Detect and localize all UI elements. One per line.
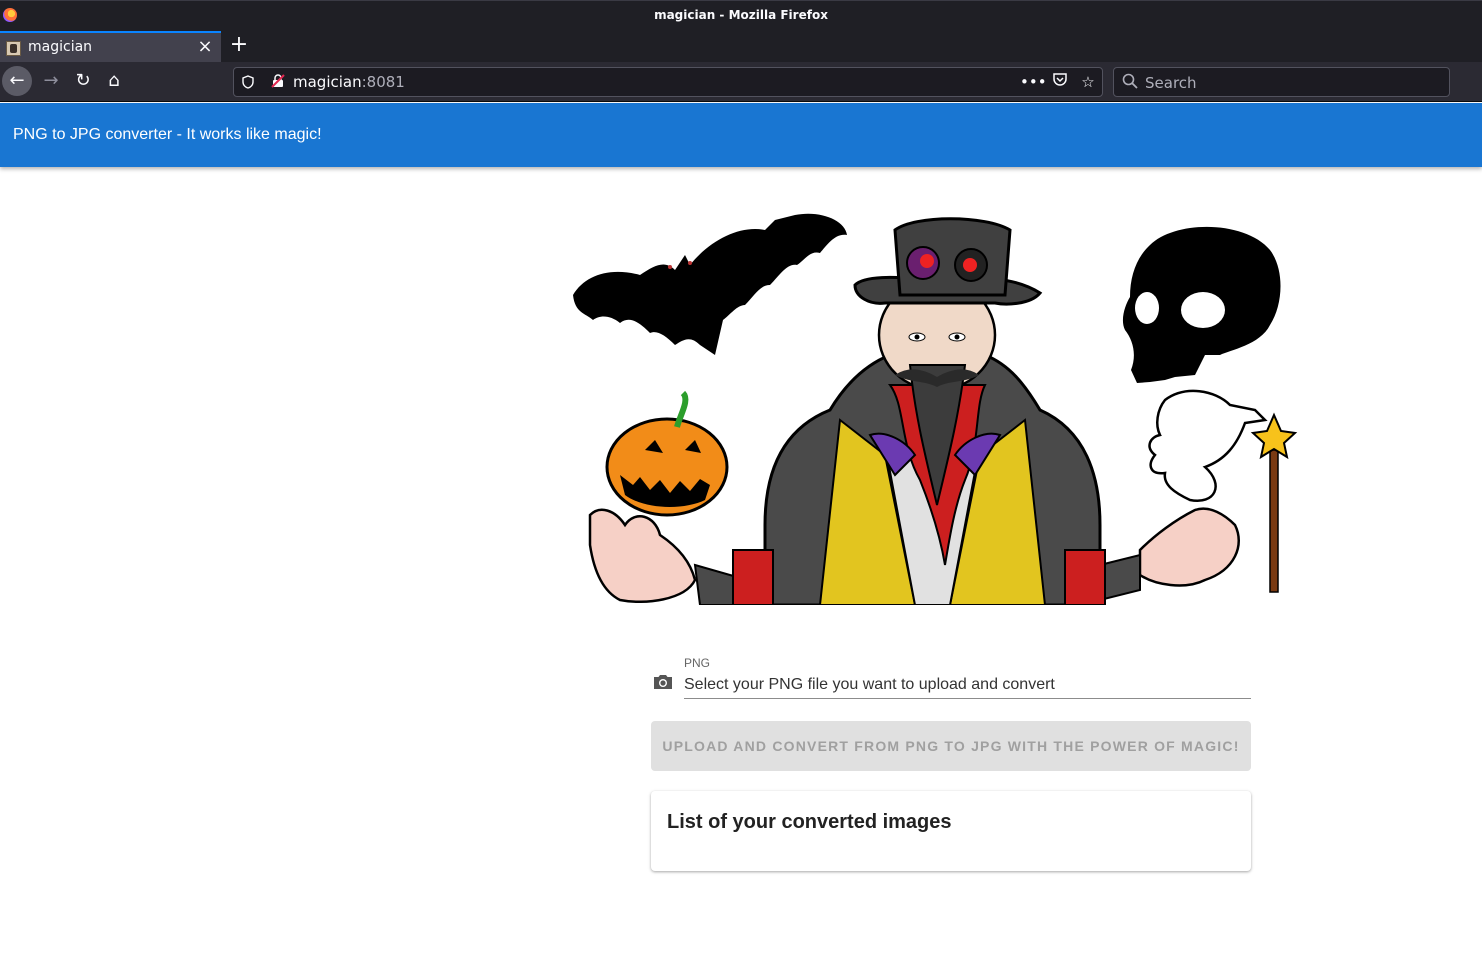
magician-illustration xyxy=(565,205,1300,607)
back-button[interactable]: ← xyxy=(2,66,32,96)
app-bar: PNG to JPG converter - It works like mag… xyxy=(0,103,1482,167)
magician-favicon-icon xyxy=(6,41,21,56)
window-title: magician - Mozilla Firefox xyxy=(654,8,828,22)
tab-strip: magician × xyxy=(0,30,1482,62)
camera-icon[interactable] xyxy=(651,670,675,694)
close-tab-icon[interactable]: × xyxy=(196,36,214,58)
home-button[interactable]: ⌂ xyxy=(99,66,129,96)
reload-button[interactable]: ↻ xyxy=(68,66,98,96)
pumpkin-illustration xyxy=(605,390,729,517)
url-host: magician xyxy=(293,73,362,91)
window-title-bar: magician - Mozilla Firefox xyxy=(0,0,1482,30)
url-port: :8081 xyxy=(361,73,405,91)
shield-icon[interactable] xyxy=(242,75,254,89)
tab-label: magician xyxy=(28,39,93,55)
upload-convert-button[interactable]: Upload and convert from PNG to JPG with … xyxy=(651,721,1251,771)
url-bar[interactable]: magician:8081 ••• ☆ xyxy=(233,67,1103,97)
bat-illustration xyxy=(573,213,847,355)
insecure-lock-icon[interactable] xyxy=(271,74,285,88)
search-bar[interactable]: Search xyxy=(1113,67,1450,97)
forward-button[interactable]: → xyxy=(36,66,66,96)
new-tab-button[interactable]: + xyxy=(228,33,250,59)
converted-images-card: List of your converted images xyxy=(651,791,1251,871)
url-text[interactable]: magician:8081 xyxy=(293,73,405,91)
tab-magician[interactable]: magician × xyxy=(0,31,221,62)
navigation-bar: ← → ↻ ⌂ magician:8081 ••• ☆ Search xyxy=(0,62,1482,102)
pocket-icon[interactable] xyxy=(1049,72,1071,92)
magic-wand-illustration xyxy=(1250,412,1298,593)
search-placeholder: Search xyxy=(1145,74,1197,92)
png-file-field[interactable]: PNG Select your PNG file you want to upl… xyxy=(651,654,1251,700)
skull-illustration xyxy=(1122,226,1281,383)
png-file-input[interactable]: Select your PNG file you want to upload … xyxy=(684,674,1251,699)
png-field-label: PNG xyxy=(684,656,711,670)
dove-illustration xyxy=(1148,389,1268,503)
bookmark-star-icon[interactable]: ☆ xyxy=(1077,72,1099,92)
converted-images-title: List of your converted images xyxy=(667,811,952,833)
app-title: PNG to JPG converter - It works like mag… xyxy=(13,126,322,143)
search-icon xyxy=(1122,73,1138,93)
more-icon[interactable]: ••• xyxy=(1020,72,1047,92)
